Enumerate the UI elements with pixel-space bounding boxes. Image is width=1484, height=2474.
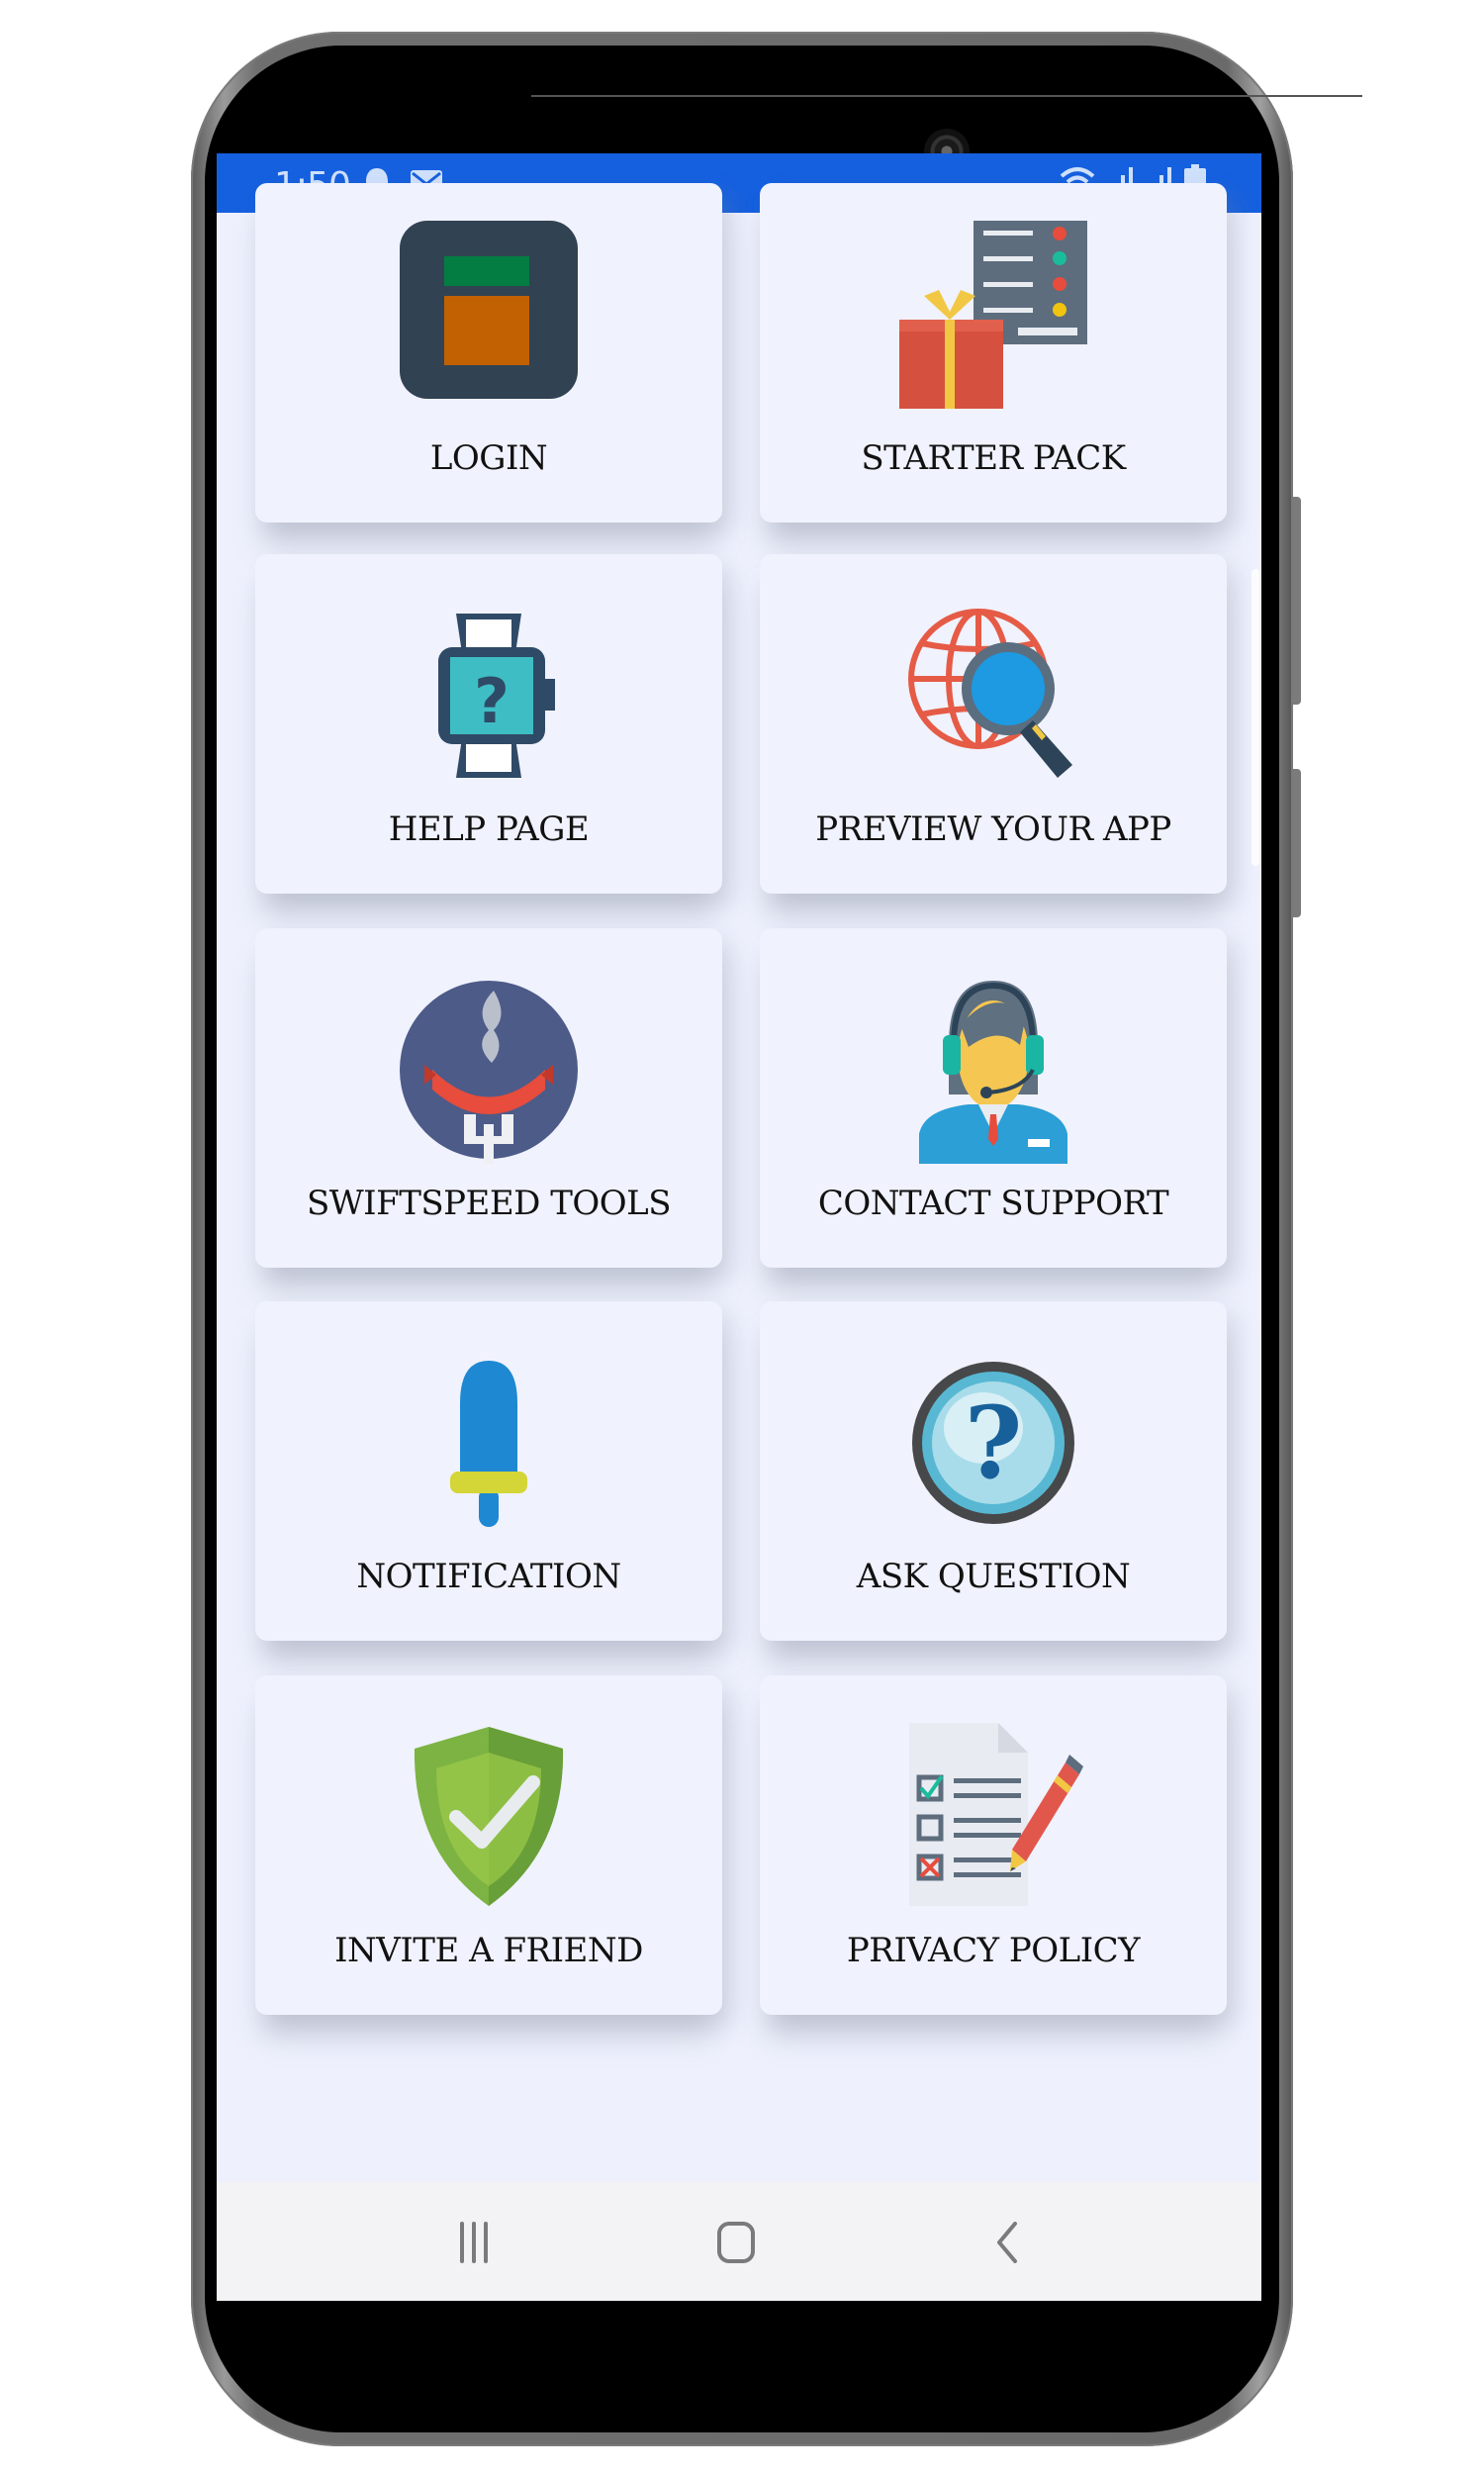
menu-card-starter-pack[interactable]: STARTER PACK <box>760 183 1227 523</box>
menu-card-privacy-policy[interactable]: PRIVACY POLICY <box>760 1675 1227 2015</box>
shield-check-icon <box>395 1723 583 1911</box>
menu-card-label: LOGIN <box>429 438 548 478</box>
power-button <box>1293 769 1301 917</box>
menu-card-login[interactable]: LOGIN <box>255 183 722 523</box>
menu-card-label: INVITE A FRIEND <box>334 1931 643 1970</box>
support-agent-icon <box>899 976 1087 1164</box>
navigation-bar <box>217 2182 1261 2301</box>
volume-button <box>1293 497 1301 705</box>
globe-magnifier-icon <box>899 602 1087 790</box>
menu-card-contact-support[interactable]: CONTACT SUPPORT <box>760 928 1227 1268</box>
earpiece <box>531 95 1362 97</box>
home-icon <box>717 2222 755 2263</box>
menu-card-help-page[interactable]: ? HELP PAGE <box>255 554 722 894</box>
sausage-fork-icon <box>395 976 583 1164</box>
checklist-pencil-icon <box>899 1723 1087 1911</box>
svg-text:?: ? <box>965 1384 1023 1501</box>
menu-card-label: NOTIFICATION <box>356 1557 621 1596</box>
menu-card-ask-question[interactable]: ? ASK QUESTION <box>760 1301 1227 1641</box>
menu-card-swiftspeed-tools[interactable]: SWIFTSPEED TOOLS <box>255 928 722 1268</box>
smartwatch-question-icon: ? <box>395 602 583 790</box>
phone-screen: 1:50 <box>217 153 1261 2301</box>
menu-card-notification[interactable]: NOTIFICATION <box>255 1301 722 1641</box>
back-icon <box>997 2222 1017 2263</box>
menu-card-label: ASK QUESTION <box>856 1557 1131 1596</box>
login-panel-icon <box>395 221 583 409</box>
home-button[interactable] <box>716 2222 756 2267</box>
recent-apps-button[interactable] <box>454 2222 494 2267</box>
bell-icon <box>395 1349 583 1537</box>
menu-card-label: CONTACT SUPPORT <box>817 1184 1169 1223</box>
question-badge-icon: ? <box>899 1349 1087 1537</box>
recent-apps-icon <box>460 2222 488 2263</box>
menu-card-preview-your-app[interactable]: PREVIEW YOUR APP <box>760 554 1227 894</box>
menu-card-label: SWIFTSPEED TOOLS <box>306 1184 672 1223</box>
svg-text:?: ? <box>474 665 510 737</box>
back-button[interactable] <box>993 2222 1023 2267</box>
menu-card-label: HELP PAGE <box>388 809 590 849</box>
menu-card-label: PREVIEW YOUR APP <box>815 809 1171 849</box>
gift-checklist-icon <box>899 221 1087 409</box>
scrollbar[interactable] <box>1252 569 1259 866</box>
menu-card-invite-a-friend[interactable]: INVITE A FRIEND <box>255 1675 722 2015</box>
menu-card-label: PRIVACY POLICY <box>846 1931 1141 1970</box>
menu-card-label: STARTER PACK <box>861 438 1126 478</box>
